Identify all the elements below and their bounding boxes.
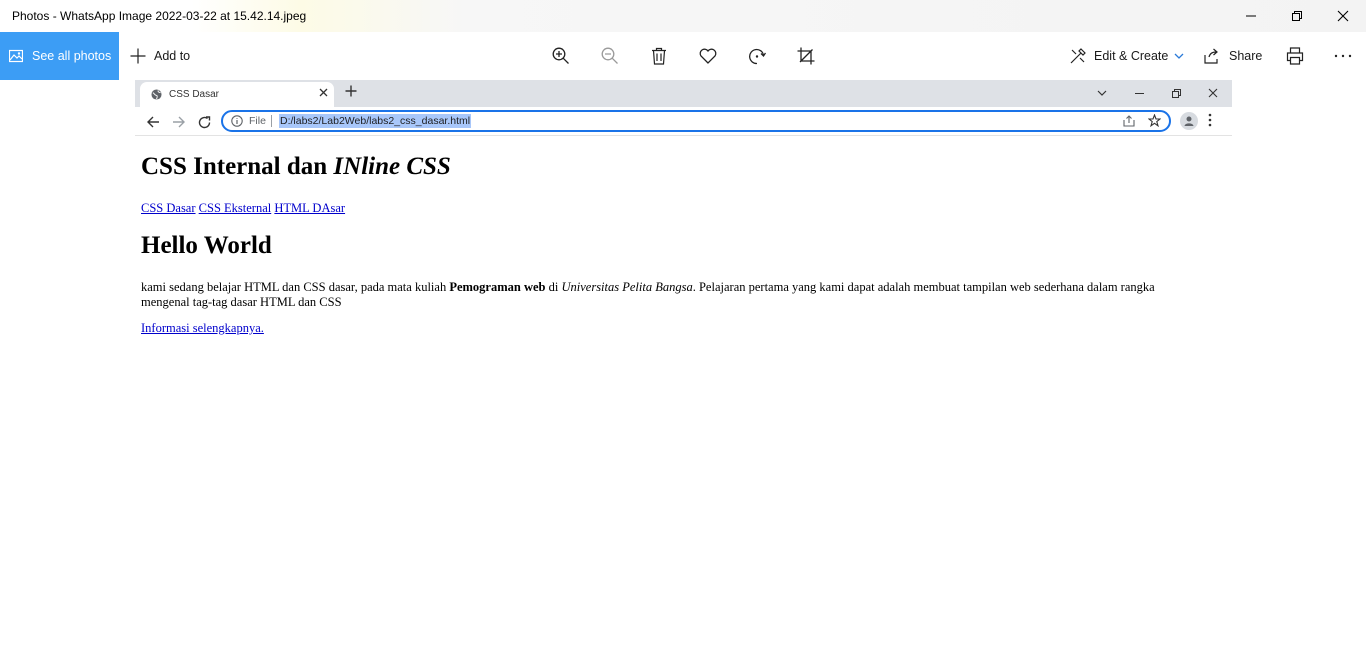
browser-tab-strip: CSS Dasar — [135, 80, 1232, 107]
link-css-dasar: CSS Dasar — [141, 201, 196, 215]
link-css-eksternal: CSS Eksternal — [198, 201, 272, 215]
bookmark-star-icon — [1148, 114, 1161, 127]
browser-restore-icon — [1167, 84, 1185, 102]
close-icon — [1337, 10, 1349, 22]
link-html-dasar: HTML DAsar — [274, 201, 346, 215]
tab-close-icon — [319, 88, 328, 97]
page-heading-italic: INline CSS — [333, 153, 451, 180]
zoom-in-button[interactable] — [549, 44, 573, 68]
browser-close-icon — [1204, 84, 1222, 102]
page-heading: CSS Internal dan INline CSS — [141, 153, 451, 180]
share-page-icon — [1123, 115, 1135, 127]
restore-button[interactable] — [1274, 0, 1320, 32]
delete-button[interactable] — [647, 44, 671, 68]
heart-icon — [699, 48, 717, 64]
address-bar: File D:/labs2/Lab2Web/labs2_css_dasar.ht… — [221, 110, 1171, 132]
edit-create-icon — [1070, 48, 1086, 64]
title-bar: Photos - WhatsApp Image 2022-03-22 at 15… — [0, 0, 1366, 32]
address-scheme-label: File — [249, 115, 266, 127]
share-label: Share — [1229, 49, 1263, 63]
see-all-photos-label: See all photos — [32, 49, 112, 63]
favorite-button[interactable] — [696, 44, 720, 68]
print-button[interactable] — [1283, 44, 1307, 68]
minimize-button[interactable] — [1228, 0, 1274, 32]
back-icon — [145, 114, 161, 130]
zoom-out-icon — [601, 47, 618, 64]
close-button[interactable] — [1320, 0, 1366, 32]
print-icon — [1286, 47, 1304, 65]
trash-icon — [652, 47, 666, 65]
window-title: Photos - WhatsApp Image 2022-03-22 at 15… — [12, 9, 307, 23]
edit-create-label: Edit & Create — [1094, 49, 1169, 63]
zoom-out-button[interactable] — [598, 44, 622, 68]
share-icon — [1204, 48, 1218, 64]
more-button[interactable] — [1331, 44, 1355, 68]
address-separator — [271, 115, 272, 127]
photo-viewer-image: CSS Dasar File D:/labs2/Lab2Web/labs2_cs… — [135, 80, 1232, 342]
photos-icon — [9, 49, 23, 63]
page-paragraph: kami sedang belajar HTML dan CSS dasar, … — [141, 280, 1155, 309]
forward-icon — [170, 114, 186, 130]
page-nav-links: CSS Dasar CSS Eksternal HTML DAsar — [141, 201, 345, 216]
see-all-photos-button[interactable]: See all photos — [0, 32, 119, 80]
browser-toolbar: File D:/labs2/Lab2Web/labs2_css_dasar.ht… — [135, 107, 1232, 136]
minimize-icon — [1246, 15, 1256, 17]
browser-tab: CSS Dasar — [140, 82, 334, 107]
add-to-label: Add to — [154, 49, 191, 63]
rotate-icon — [749, 48, 766, 65]
crop-icon — [797, 47, 815, 65]
globe-icon — [151, 89, 162, 100]
info-icon — [231, 115, 243, 127]
address-url: D:/labs2/Lab2Web/labs2_css_dasar.html — [279, 114, 472, 128]
browser-tab-title: CSS Dasar — [169, 89, 220, 100]
more-icon — [1334, 54, 1352, 58]
restore-icon — [1292, 11, 1302, 21]
more-info-link: Informasi selengkapnya. — [141, 321, 264, 335]
share-button[interactable]: Share — [1204, 32, 1262, 80]
add-to-button[interactable]: Add to — [130, 32, 190, 80]
crop-button[interactable] — [794, 44, 818, 68]
browser-minimize-icon — [1130, 84, 1148, 102]
profile-avatar-icon — [1180, 112, 1198, 130]
chevron-down-icon — [1174, 53, 1184, 59]
tab-search-icon — [1093, 84, 1111, 102]
reload-icon — [196, 114, 212, 130]
edit-create-button[interactable]: Edit & Create — [1070, 32, 1184, 80]
photos-toolbar: See all photos Add to Edit & Create Shar… — [0, 32, 1366, 80]
plus-icon — [130, 48, 146, 64]
new-tab-icon — [345, 85, 357, 97]
browser-menu-icon — [1208, 113, 1212, 127]
rotate-button[interactable] — [745, 44, 769, 68]
page-subheading: Hello World — [141, 232, 272, 259]
zoom-in-icon — [552, 47, 569, 64]
